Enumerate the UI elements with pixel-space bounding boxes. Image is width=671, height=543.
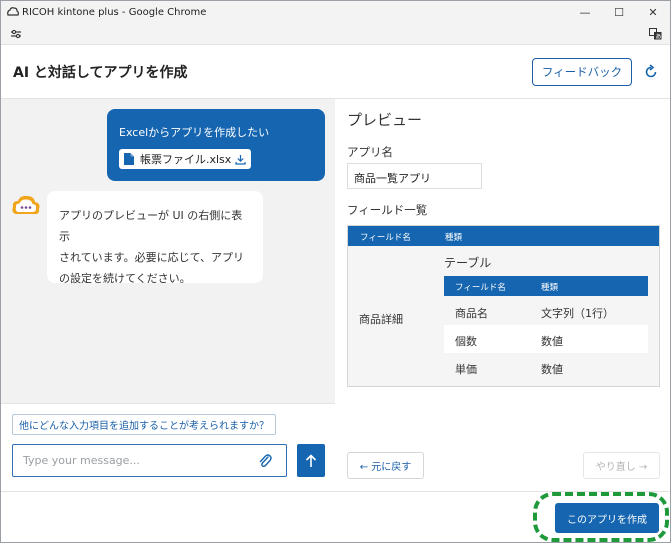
subtable-column-header-field-name: フィールド名 xyxy=(455,283,506,293)
app-name-value: 商品一覧アプリ xyxy=(347,163,482,189)
message-input[interactable] xyxy=(12,444,287,477)
field-type-cell: 数値 xyxy=(541,363,563,376)
redo-button[interactable]: やり直し → xyxy=(583,452,660,479)
table-row: 商品名 文字列（1行） xyxy=(444,297,648,325)
table-row: 個数 数値 xyxy=(444,325,648,353)
preview-panel: プレビュー アプリ名 商品一覧アプリ フィールド一覧 フィールド名 種類 商品詳… xyxy=(335,99,670,491)
minimize-button[interactable]: — xyxy=(568,1,602,23)
chat-footer: 他にどんな入力項目を追加することが考えられますか？ xyxy=(1,403,335,491)
field-row-label: 商品詳細 xyxy=(359,313,403,326)
paperclip-icon[interactable] xyxy=(258,453,272,469)
field-type-cell: 数値 xyxy=(541,335,563,348)
preview-title: プレビュー xyxy=(347,111,423,129)
page-title: AI と対話してアプリを作成 xyxy=(13,65,188,81)
bottom-bar: このアプリを作成 xyxy=(1,491,670,542)
close-button[interactable]: ✕ xyxy=(636,1,670,23)
app-name-label: アプリ名 xyxy=(347,145,393,159)
user-message-text: Excelからアプリを作成したい xyxy=(119,126,270,139)
send-button[interactable] xyxy=(297,444,325,477)
bot-avatar-icon xyxy=(11,195,41,217)
title-bar: RICOH kintone plus - Google Chrome — ☐ ✕ xyxy=(1,1,670,23)
svg-text:あ: あ xyxy=(655,33,661,40)
attachment-chip[interactable]: 帳票ファイル.xlsx xyxy=(119,149,251,169)
window-controls: — ☐ ✕ xyxy=(568,1,670,23)
create-app-button[interactable]: このアプリを作成 xyxy=(555,503,659,533)
attachment-name: 帳票ファイル.xlsx xyxy=(140,153,232,166)
document-icon xyxy=(124,153,134,165)
download-icon[interactable] xyxy=(235,154,246,165)
field-name-cell: 個数 xyxy=(455,335,477,348)
subtable: フィールド名 種類 商品名 文字列（1行） 個数 数値 単価 数値 xyxy=(444,276,648,381)
window-title: RICOH kintone plus - Google Chrome xyxy=(22,6,207,18)
browser-window: RICOH kintone plus - Google Chrome — ☐ ✕… xyxy=(0,0,671,543)
undo-button[interactable]: ← 元に戻す xyxy=(347,452,424,479)
address-bar: あ xyxy=(1,23,670,45)
field-table-header: フィールド名 種類 xyxy=(348,226,659,246)
bot-message-line: の設定を続けてください。 xyxy=(59,272,191,285)
subtable-column-header-type: 種類 xyxy=(541,283,559,293)
maximize-button[interactable]: ☐ xyxy=(602,1,636,23)
subtable-title: テーブル xyxy=(444,256,492,270)
field-type-cell: 文字列（1行） xyxy=(541,307,614,320)
field-list-label: フィールド一覧 xyxy=(347,203,428,217)
suggestion-chip[interactable]: 他にどんな入力項目を追加することが考えられますか？ xyxy=(12,414,276,435)
page-header: AI と対話してアプリを作成 フィードバック xyxy=(1,45,670,99)
table-row: 単価 数値 xyxy=(444,353,648,381)
site-settings-icon[interactable] xyxy=(9,27,23,41)
kintone-app-icon xyxy=(5,5,19,19)
subtable-header: フィールド名 種類 xyxy=(444,276,648,296)
field-table: フィールド名 種類 商品詳細 テーブル フィールド名 種類 商品名 文字列（1行… xyxy=(347,225,660,387)
translate-icon[interactable]: あ xyxy=(648,27,662,41)
field-name-cell: 単価 xyxy=(455,363,477,376)
refresh-icon[interactable] xyxy=(643,64,659,80)
feedback-button[interactable]: フィードバック xyxy=(532,58,632,86)
field-name-cell: 商品名 xyxy=(455,307,488,320)
column-header-type: 種類 xyxy=(445,233,463,243)
bot-message-line: されています。必要に応じて、アプリ xyxy=(59,251,245,264)
bot-message-line: アプリのプレビューが UI の右側に表示 xyxy=(59,209,243,243)
bot-message-bubble: アプリのプレビューが UI の右側に表示 されています。必要に応じて、アプリ の… xyxy=(47,191,263,285)
arrow-up-icon xyxy=(305,453,317,467)
column-header-field-name: フィールド名 xyxy=(360,233,411,243)
user-message-bubble: Excelからアプリを作成したい 帳票ファイル.xlsx xyxy=(107,109,325,181)
